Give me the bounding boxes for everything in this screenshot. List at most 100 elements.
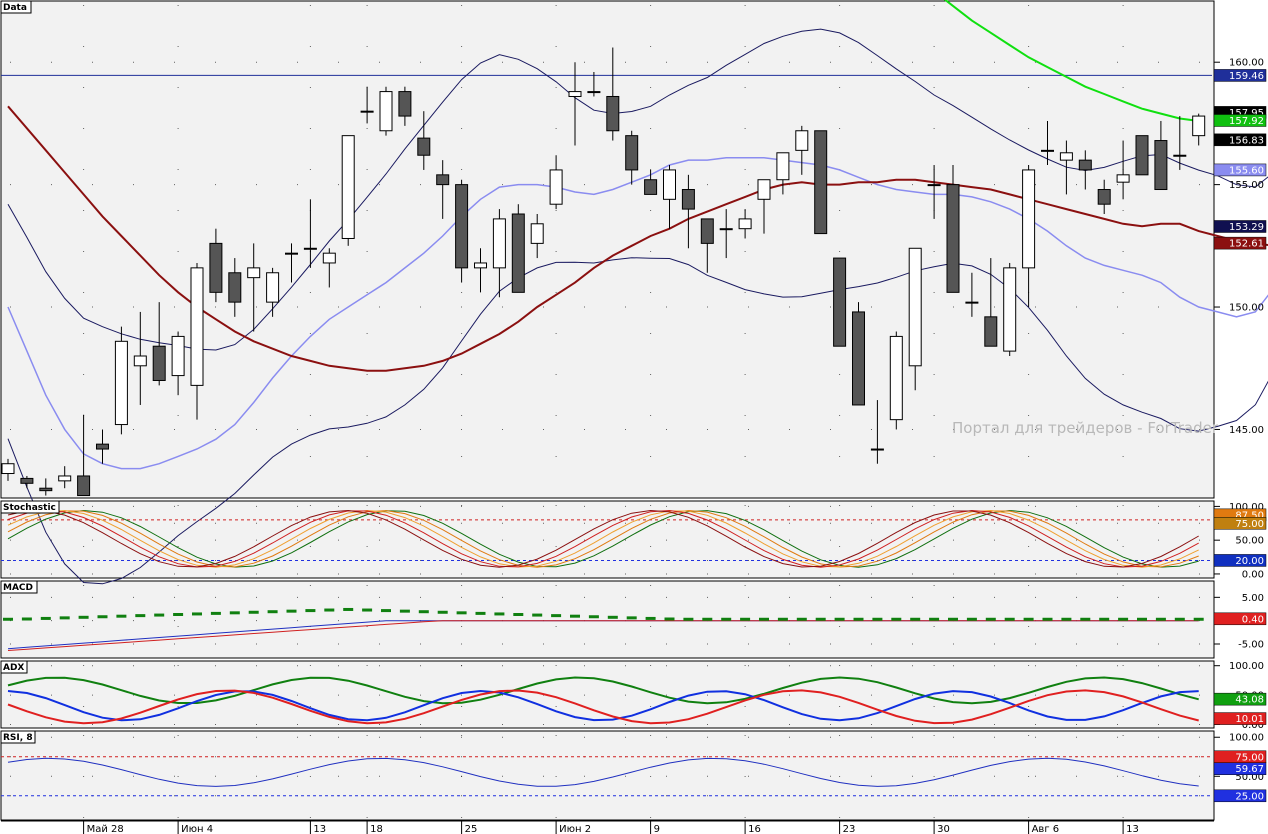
candle-body (171, 335, 185, 377)
candle-body (681, 189, 695, 210)
svg-text:Data: Data (3, 3, 27, 13)
candle (1135, 135, 1149, 176)
value-badge: 75.00 (1213, 750, 1267, 763)
candle-body (965, 301, 979, 304)
candle-body (474, 262, 487, 269)
stochastic-panel-title: Stochastic (0, 500, 60, 514)
candle-body (1078, 159, 1092, 171)
value-badge-label: 75.00 (1235, 752, 1264, 763)
svg-text:MACD: MACD (3, 583, 33, 593)
candle-body (133, 355, 147, 367)
candle-body (833, 257, 847, 347)
y-tick-label: -5.00 (1238, 640, 1264, 651)
candle-body (663, 169, 676, 200)
candle-body (568, 91, 582, 97)
candle-body (152, 345, 166, 381)
value-badge: 10.01 (1213, 712, 1267, 725)
value-badge-label: 153.29 (1229, 222, 1264, 233)
value-badge: 152.61 (1213, 236, 1267, 250)
value-badge-label: 159.46 (1229, 71, 1264, 82)
x-tick-label: 30 (937, 824, 950, 834)
value-badge: 0.40 (1213, 612, 1267, 625)
candle-body (77, 475, 91, 497)
candle-body (870, 448, 884, 451)
candle-body (398, 91, 412, 117)
x-tick-label: Июн 2 (559, 824, 591, 834)
value-badge-label: 152.61 (1229, 239, 1264, 250)
candle-body (1059, 152, 1073, 161)
candle (341, 135, 355, 246)
candle-body (1173, 154, 1187, 157)
candle-body (114, 340, 128, 426)
value-badge: 75.00 (1213, 517, 1267, 530)
svg-text:RSI, 8: RSI, 8 (3, 733, 33, 743)
x-tick-label: Май 28 (87, 824, 124, 834)
value-badge-label: 157.92 (1229, 116, 1264, 127)
candle-body (360, 110, 374, 113)
candle-body (285, 252, 298, 255)
y-tick-label: 50.00 (1235, 536, 1264, 547)
candle-body (700, 218, 714, 244)
x-tick-label: Авг 6 (1032, 824, 1060, 834)
candle-body (549, 169, 563, 205)
x-tick-label: 9 (654, 824, 660, 834)
candle (379, 86, 393, 136)
value-badge: 43.08 (1213, 692, 1267, 706)
candle-body (1154, 140, 1168, 191)
value-badge: 25.00 (1213, 789, 1267, 802)
y-tick-label: 155.00 (1229, 180, 1264, 191)
y-tick-label: 0.00 (1242, 569, 1264, 580)
rsi-panel-title: RSI, 8 (0, 730, 36, 744)
candle-body (852, 311, 865, 406)
candle-body (927, 184, 941, 187)
candle-body (1, 463, 15, 475)
y-tick-label: 100.00 (1229, 733, 1264, 744)
value-badge: 159.46 (1213, 69, 1267, 82)
value-badge-label: 155.60 (1229, 165, 1264, 176)
candle (114, 326, 128, 435)
candle-body (530, 223, 544, 244)
y-tick-label: 100.00 (1229, 661, 1264, 672)
candle-body (625, 135, 639, 171)
candle-body (606, 95, 620, 132)
value-badge-label: 20.00 (1235, 556, 1264, 567)
candle (1003, 262, 1017, 356)
value-badge: 59.67 (1213, 762, 1267, 775)
candle-body (58, 475, 72, 482)
value-badge-label: 75.00 (1235, 519, 1264, 530)
candle-body (1192, 115, 1206, 137)
y-tick-label: 150.00 (1229, 303, 1264, 314)
candle-body (814, 130, 828, 235)
value-badge-label: 10.01 (1235, 714, 1264, 725)
candle-body (587, 91, 601, 94)
price-panel-title: Data (0, 0, 32, 14)
y-tick-label: 5.00 (1242, 593, 1264, 604)
candle-body (247, 267, 261, 279)
candle-body (984, 316, 998, 347)
rsi-panel (0, 730, 1215, 821)
candle (833, 257, 847, 347)
candle-body (889, 335, 903, 421)
candle-body (1003, 267, 1017, 352)
candle-body (1097, 189, 1111, 205)
adx-panel-title: ADX (0, 660, 28, 674)
candle-body (228, 272, 242, 303)
candle-body (492, 218, 506, 269)
x-axis: Май 28 Июн 4 13 18 25 Июн 2 9 16 23 30 Авг 6 13 (1, 820, 1214, 834)
x-tick-label: 23 (843, 824, 856, 834)
macd-panel-title: MACD (0, 580, 38, 594)
value-badge: 155.60 (1213, 163, 1267, 176)
candle (852, 302, 865, 406)
candle (946, 165, 960, 293)
x-tick-label: 18 (370, 824, 383, 834)
candle-body (455, 184, 469, 269)
candle-body (379, 91, 393, 132)
candle (455, 179, 469, 283)
candle-body (436, 174, 450, 186)
x-tick-label: 25 (465, 824, 478, 834)
y-tick-label: 145.00 (1229, 425, 1264, 436)
candle-body (303, 247, 317, 250)
candle-body (757, 179, 771, 200)
svg-text:ADX: ADX (3, 663, 24, 673)
candle-body (1022, 169, 1036, 269)
